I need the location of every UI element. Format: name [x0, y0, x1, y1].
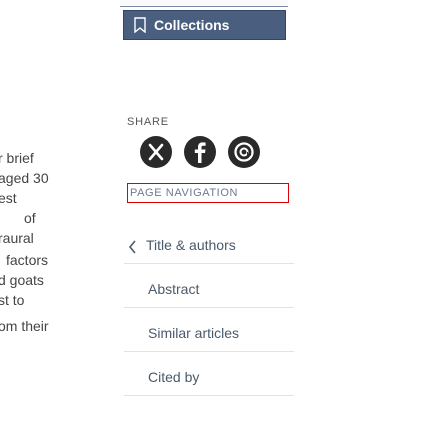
nav-item-label: Similar articles — [148, 325, 240, 341]
text-line: factors — [6, 252, 49, 268]
nav-item-title-authors[interactable]: Title & authors — [124, 228, 294, 264]
email-share-button[interactable] — [228, 136, 260, 168]
collections-label: Collections — [154, 17, 230, 33]
text-line: est — [0, 190, 17, 206]
page-navigation-heading: PAGE NAVIGATION — [127, 183, 289, 203]
facebook-share-button[interactable] — [184, 136, 216, 168]
bookmark-icon — [134, 17, 146, 33]
nav-item-abstract[interactable]: Abstract — [124, 272, 294, 308]
x-twitter-icon — [148, 143, 164, 161]
text-line: raural — [0, 230, 34, 246]
text-line: d goats — [0, 272, 44, 288]
text-line: of — [24, 210, 36, 226]
chevron-left-icon — [128, 240, 136, 254]
text-line: r brief — [0, 150, 34, 166]
nav-item-cited-by[interactable]: Cited by — [124, 360, 294, 396]
text-line: st to — [0, 292, 25, 308]
nav-item-similar-articles[interactable]: Similar articles — [124, 316, 294, 352]
text-line: aged 30 — [0, 170, 49, 186]
facebook-icon — [194, 142, 206, 163]
sidebar-top-border — [120, 0, 288, 7]
collections-button[interactable]: Collections — [123, 10, 286, 40]
nav-item-label: Cited by — [148, 369, 200, 385]
twitter-share-button[interactable] — [140, 136, 172, 168]
email-icon — [234, 142, 254, 162]
article-text-fragment: r brief aged 30 est of raural factors d … — [0, 148, 94, 336]
share-heading: SHARE — [127, 116, 169, 128]
nav-item-label: Title & authors — [146, 237, 236, 253]
nav-item-label: Abstract — [148, 281, 200, 297]
text-line: om their — [0, 318, 49, 334]
